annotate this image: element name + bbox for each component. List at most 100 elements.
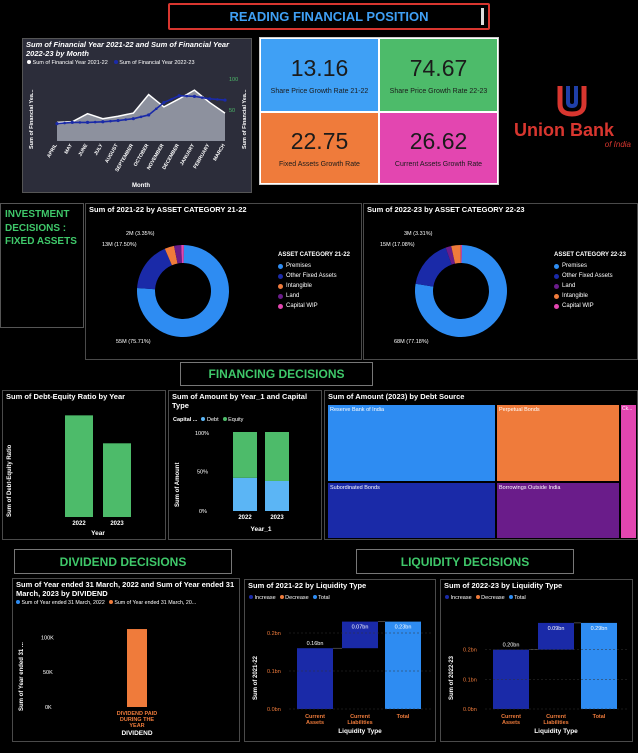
- capital-legend: Capital ... Debt Equity: [173, 417, 243, 423]
- liq2-title: Sum of 2022-23 by Liquidity Type: [444, 581, 563, 590]
- equity-segment: [265, 432, 289, 481]
- debt-segment: [233, 477, 257, 511]
- donut-slice: [137, 248, 172, 290]
- kpi-fixed-assets-growth[interactable]: 22.75 Fixed Assets Growth Rate: [261, 113, 378, 183]
- tick-100: 100%: [195, 431, 209, 437]
- legend-item[interactable]: Intangible: [278, 283, 350, 289]
- month-tick: APRIL: [46, 143, 59, 159]
- x-tick: Liabilities: [347, 720, 372, 726]
- legend-item-equity: Equity: [222, 417, 243, 423]
- monthly-line-chart[interactable]: Sum of Financial Year 2021-22 and Sum of…: [22, 38, 252, 193]
- kpi-value: 22.75: [290, 128, 349, 154]
- donut-label-mid: 15M (17.08%): [380, 242, 415, 248]
- liq-ylabel: Sum of 2022-23: [449, 655, 455, 700]
- y-tick: 0.1bn: [463, 677, 477, 683]
- liq1-legend: Increase Decrease Total: [245, 593, 435, 603]
- data-label: 0.16bn: [307, 641, 324, 647]
- debt-equity-chart[interactable]: Sum of Debt-Equity Ratio by Year 2022 202…: [2, 390, 166, 540]
- legend-item[interactable]: Intangible: [554, 293, 626, 299]
- legend-item-decrease: Decrease: [279, 594, 309, 601]
- legend-dot-icon: [554, 293, 559, 299]
- legend-item-increase: Increase: [249, 594, 276, 601]
- point-2022-23: [85, 120, 90, 124]
- legend-label: Other Fixed Assets: [562, 273, 613, 279]
- liquidity-chart-21-22[interactable]: Sum of 2021-22 by Liquidity Type Increas…: [244, 579, 436, 742]
- donut1-legend-title: ASSET CATEGORY 21-22: [278, 252, 350, 258]
- kpi-value: 13.16: [290, 55, 349, 81]
- y-tick: 0.0bn: [463, 707, 477, 713]
- capital-type-chart[interactable]: Sum of Amount by Year_1 and Capital Type…: [168, 390, 322, 540]
- donut-slice: [415, 247, 452, 287]
- point-2022-23: [223, 98, 227, 102]
- point-2022-23: [177, 94, 181, 98]
- tick-0: 0%: [199, 509, 207, 515]
- asset-category-donut-22-23[interactable]: Sum of 2022-23 by ASSET CATEGORY 22-23 6…: [363, 203, 638, 360]
- legend-item[interactable]: Land: [554, 283, 626, 289]
- legend-item-2021-22: Sum of Financial Year 2021-22: [27, 60, 108, 66]
- treemap-cell-reserve-bank[interactable]: Reserve Bank of India: [327, 404, 496, 482]
- treemap-cell-subordinated-bonds[interactable]: Subordinated Bonds: [327, 482, 496, 539]
- legend-dot-icon: [554, 263, 559, 269]
- legend-dot-icon: [554, 303, 559, 309]
- logo-text: Union Bank: [514, 120, 615, 140]
- x-tick: Total: [397, 714, 410, 720]
- point-2022-23-mid: [109, 119, 112, 123]
- tick-50: 50%: [197, 470, 208, 476]
- liq-xlabel: Liquidity Type: [534, 728, 578, 735]
- month-tick: AUGUST: [104, 143, 120, 164]
- legend-item[interactable]: Capital WIP: [554, 303, 626, 309]
- liq1-title: Sum of 2021-22 by Liquidity Type: [248, 581, 367, 590]
- legend-item-decrease: Decrease: [475, 594, 505, 601]
- debt-equity-bar: [65, 415, 93, 517]
- donut-label-small: 2M (3.35%): [126, 231, 155, 237]
- month-tick: JUNE: [77, 142, 89, 157]
- right-tick-100: 100: [229, 77, 238, 83]
- legend-item[interactable]: Other Fixed Assets: [554, 273, 626, 279]
- category-tick-line3: YEAR: [129, 723, 144, 729]
- capital-plot: 2022 2023 100% 50% 0% Sum of Amount Year_1: [175, 431, 289, 533]
- legend-label: Capital WIP: [562, 303, 594, 309]
- point-2022-23-mid: [93, 120, 97, 124]
- legend-item[interactable]: Premises: [554, 263, 626, 269]
- kpi-share-price-growth-21-22[interactable]: 13.16 Share Price Growth Rate 21-22: [261, 39, 378, 111]
- debt-source-treemap[interactable]: Sum of Amount (2023) by Debt Source Rese…: [324, 390, 638, 540]
- bar-total: [581, 622, 617, 709]
- dividend-legend: Sum of Year ended 31 March, 2022 Sum of …: [13, 600, 239, 606]
- capital-xlabel: Year_1: [251, 526, 272, 533]
- treemap-cell-borrowings-outside[interactable]: Borrowings Outside India: [496, 482, 620, 539]
- debt-equity-ylabel: Sum of Debt-Equity Ratio: [7, 444, 13, 517]
- treemap-label: Ck...: [622, 406, 633, 412]
- legend-label: Other Fixed Assets: [286, 273, 337, 279]
- kpi-label: Share Price Growth Rate 21-22: [270, 88, 369, 95]
- treemap-cell-perpetual-bonds[interactable]: Perpetual Bonds: [496, 404, 620, 482]
- legend-item[interactable]: Premises: [278, 263, 350, 269]
- legend-label: Capital WIP: [286, 303, 318, 309]
- liquidity-chart-22-23[interactable]: Sum of 2022-23 by Liquidity Type Increas…: [440, 579, 633, 742]
- kpi-share-price-growth-22-23[interactable]: 74.67 Share Price Growth Rate 22-23: [380, 39, 497, 111]
- donut2-legend: ASSET CATEGORY 22-23 Premises Other Fixed…: [554, 252, 626, 313]
- asset-category-donut-21-22[interactable]: Sum of 2021-22 by ASSET CATEGORY 21-22 5…: [85, 203, 362, 360]
- legend-item[interactable]: Land: [278, 293, 350, 299]
- kpi-label: Share Price Growth Rate 22-23: [389, 88, 488, 95]
- donut-label-mid: 13M (17.50%): [102, 242, 137, 248]
- legend-dot-icon: [554, 283, 559, 289]
- point-2022-23-mid: [216, 98, 219, 101]
- legend-dot-icon: [278, 283, 283, 289]
- point-2022-23-mid: [78, 121, 82, 124]
- legend-item[interactable]: Other Fixed Assets: [278, 273, 350, 279]
- data-label: 0.09bn: [548, 626, 565, 632]
- donut1-legend: ASSET CATEGORY 21-22 Premises Other Fixed…: [278, 252, 350, 313]
- legend-item-total: Total: [312, 594, 330, 601]
- dividend-chart[interactable]: Sum of Year ended 31 March, 2022 and Sum…: [12, 578, 240, 742]
- year-tick: 2023: [270, 515, 284, 521]
- kpi-current-assets-growth[interactable]: 26.62 Current Assets Growth Rate: [380, 113, 497, 183]
- liq-xlabel: Liquidity Type: [338, 728, 382, 735]
- legend-item[interactable]: Capital WIP: [278, 303, 350, 309]
- treemap-cell-other[interactable]: Ck...: [620, 404, 637, 539]
- data-label: 0.29bn: [591, 626, 608, 632]
- financing-section-title: FINANCING DECISIONS: [180, 362, 373, 386]
- legend-item-increase: Increase: [445, 594, 472, 601]
- donut2-title: Sum of 2022-23 by ASSET CATEGORY 22-23: [367, 205, 525, 214]
- dividend-xlabel: DIVIDEND: [121, 730, 152, 737]
- point-2022-23: [101, 120, 105, 124]
